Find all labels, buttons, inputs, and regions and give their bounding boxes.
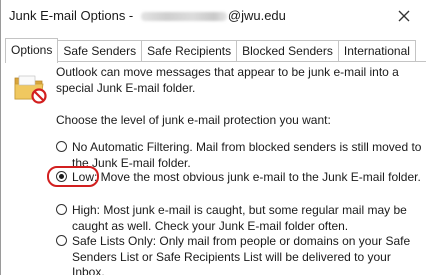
radio-no-filtering[interactable] — [56, 141, 67, 152]
window-title: Junk E-mail Options - @jwu.edu — [9, 8, 286, 23]
option-low[interactable]: Low: Move the most obvious junk e-mail t… — [47, 166, 426, 187]
title-bar: Junk E-mail Options - @jwu.edu — [1, 0, 426, 34]
window-title-domain: @jwu.edu — [227, 8, 286, 23]
tab-strip: Options Safe Senders Safe Recipients Blo… — [5, 38, 416, 63]
option-no-filtering[interactable]: No Automatic Filtering. Mail from blocke… — [56, 140, 426, 171]
radio-safe-lists-only[interactable] — [56, 235, 67, 246]
radio-high[interactable] — [56, 204, 67, 215]
tab-safe-recipients[interactable]: Safe Recipients — [141, 40, 238, 62]
option-low-label: Low: Move the most obvious junk e-mail t… — [72, 170, 421, 184]
tab-safe-senders[interactable]: Safe Senders — [57, 40, 143, 62]
tab-international[interactable]: International — [337, 40, 416, 62]
window-title-prefix: Junk E-mail Options - — [9, 8, 137, 23]
option-no-filtering-label: No Automatic Filtering. Mail from blocke… — [72, 140, 422, 170]
junk-email-options-dialog: Junk E-mail Options - @jwu.edu Options S… — [0, 0, 426, 275]
tab-options[interactable]: Options — [5, 38, 59, 63]
junk-folder-blocked-icon — [14, 75, 47, 104]
option-high-label: High: Most junk e-mail is caught, but so… — [72, 203, 407, 233]
option-safe-lists-only-label: Safe Lists Only: Only mail from people o… — [72, 234, 411, 275]
close-icon[interactable] — [395, 7, 413, 25]
option-safe-lists-only[interactable]: Safe Lists Only: Only mail from people o… — [56, 234, 426, 275]
protection-level-prompt: Choose the level of junk e-mail protecti… — [56, 113, 331, 127]
option-high[interactable]: High: Most junk e-mail is caught, but so… — [56, 203, 426, 234]
tab-blocked-senders[interactable]: Blocked Senders — [236, 40, 339, 62]
tab-divider — [5, 61, 426, 62]
intro-text: Outlook can move messages that appear to… — [56, 65, 399, 95]
radio-low[interactable] — [56, 171, 67, 182]
redacted-email-username — [140, 12, 227, 21]
